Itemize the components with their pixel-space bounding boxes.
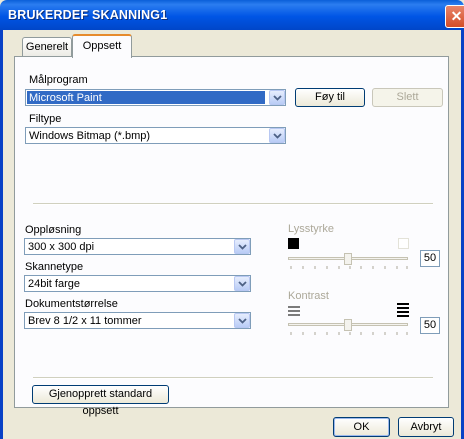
document-size-label: Dokumentstørrelse — [25, 298, 118, 310]
high-contrast-icon — [397, 303, 409, 317]
scan-type-label: Skannetype — [25, 261, 84, 273]
close-icon: ✕ — [450, 8, 463, 24]
ok-label: OK — [353, 421, 370, 433]
target-program-label: Målprogram — [29, 74, 88, 86]
add-program-label: Føy til — [315, 91, 345, 103]
tab-generelt[interactable]: Generelt — [22, 37, 72, 56]
ok-button[interactable]: OK — [333, 417, 390, 437]
brightness-value: 50 — [423, 252, 437, 264]
contrast-value: 50 — [423, 319, 437, 331]
target-program-value: Microsoft Paint — [27, 91, 265, 104]
dark-square-icon — [288, 238, 299, 249]
resolution-select[interactable]: 300 x 300 dpi — [24, 238, 251, 255]
light-square-icon — [398, 238, 409, 249]
window-frame-left — [0, 30, 3, 439]
close-button[interactable]: ✕ — [445, 5, 464, 28]
add-program-button[interactable]: Føy til — [295, 88, 365, 107]
document-size-select[interactable]: Brev 8 1/2 x 11 tommer — [24, 312, 251, 329]
contrast-value-box: 50 — [420, 317, 440, 334]
section-divider — [33, 377, 433, 379]
reset-defaults-label: Gjenopprett standard oppsett — [48, 388, 153, 417]
delete-program-label: Slett — [396, 91, 419, 103]
contrast-label: Kontrast — [288, 290, 329, 302]
tab-oppsett[interactable]: Oppsett — [72, 34, 132, 58]
contrast-slider-thumb — [344, 319, 352, 331]
contrast-slider-ticks — [290, 332, 408, 335]
chevron-down-icon — [269, 128, 285, 143]
resolution-value: 300 x 300 dpi — [28, 241, 95, 253]
target-program-select[interactable]: Microsoft Paint — [25, 89, 286, 106]
scan-type-value: 24bit farge — [28, 278, 80, 290]
cancel-button[interactable]: Avbryt — [398, 417, 454, 437]
low-contrast-icon — [288, 306, 300, 316]
resolution-label: Oppløsning — [25, 224, 82, 236]
chevron-down-icon — [234, 276, 250, 291]
brightness-label: Lysstyrke — [288, 223, 335, 235]
brightness-value-box: 50 — [420, 250, 440, 267]
chevron-down-icon — [234, 313, 250, 328]
title-bar: BRUKERDEF SKANNING1 ✕ — [0, 0, 464, 30]
tab-label: Oppsett — [82, 40, 122, 52]
section-divider — [33, 203, 433, 205]
settings-panel: Målprogram Microsoft Paint Føy til Slett… — [14, 56, 449, 417]
brightness-slider-thumb — [344, 253, 352, 265]
chevron-down-icon — [234, 239, 250, 254]
window-title: BRUKERDEF SKANNING1 — [8, 8, 168, 22]
filetype-select[interactable]: Windows Bitmap (*.bmp) — [25, 127, 286, 144]
chevron-down-icon — [269, 90, 285, 105]
delete-program-button: Slett — [372, 88, 443, 107]
reset-defaults-button[interactable]: Gjenopprett standard oppsett — [32, 385, 169, 417]
brightness-slider-ticks — [290, 266, 408, 269]
scan-type-select[interactable]: 24bit farge — [24, 275, 251, 292]
filetype-value: Windows Bitmap (*.bmp) — [29, 130, 151, 142]
document-size-value: Brev 8 1/2 x 11 tommer — [28, 315, 142, 327]
filetype-label: Filtype — [29, 113, 62, 125]
cancel-label: Avbryt — [410, 421, 442, 433]
tab-label: Generelt — [25, 41, 69, 53]
